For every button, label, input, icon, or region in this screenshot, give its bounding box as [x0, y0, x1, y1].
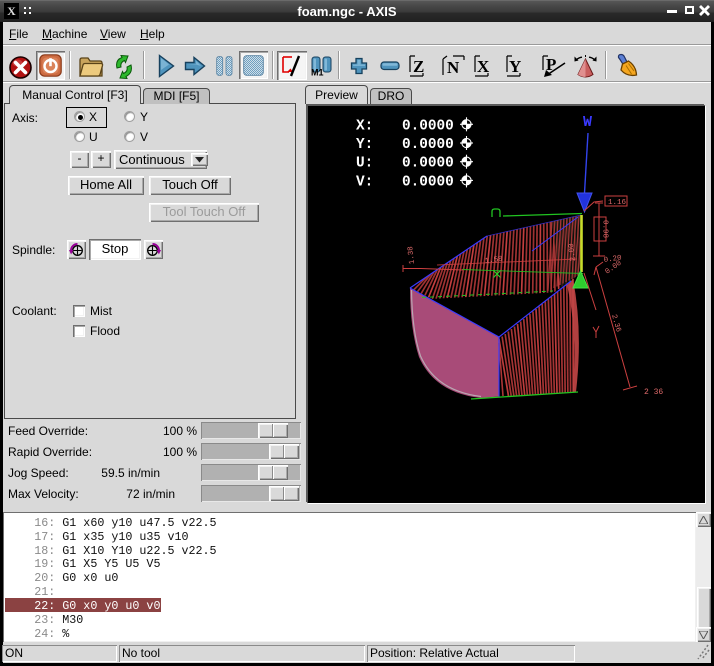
svg-text:1.38: 1.38: [407, 246, 417, 265]
svg-text:2 36: 2 36: [644, 388, 663, 397]
svg-text:1.16: 1.16: [608, 199, 627, 207]
svg-text:V:: V:: [356, 174, 373, 190]
svg-text:P: P: [546, 55, 556, 74]
svg-text:0.0000: 0.0000: [402, 156, 454, 172]
svg-text:Y:: Y:: [356, 137, 373, 153]
svg-text:2.36: 2.36: [609, 314, 622, 334]
svg-text:X:: X:: [356, 118, 373, 134]
svg-text:0.0000: 0.0000: [402, 118, 454, 134]
svg-text:W: W: [583, 114, 592, 131]
svg-text:Y: Y: [509, 57, 521, 76]
svg-text:0.0000: 0.0000: [402, 137, 454, 153]
svg-text:0.98: 0.98: [601, 220, 609, 238]
svg-text:X: X: [477, 57, 490, 76]
svg-text:Z: Z: [413, 57, 424, 76]
svg-text:M1: M1: [311, 68, 324, 77]
svg-text:0.0000: 0.0000: [402, 174, 454, 190]
svg-text:1.58: 1.58: [484, 256, 503, 266]
svg-text:U:: U:: [356, 156, 373, 172]
svg-text:N: N: [447, 58, 460, 77]
